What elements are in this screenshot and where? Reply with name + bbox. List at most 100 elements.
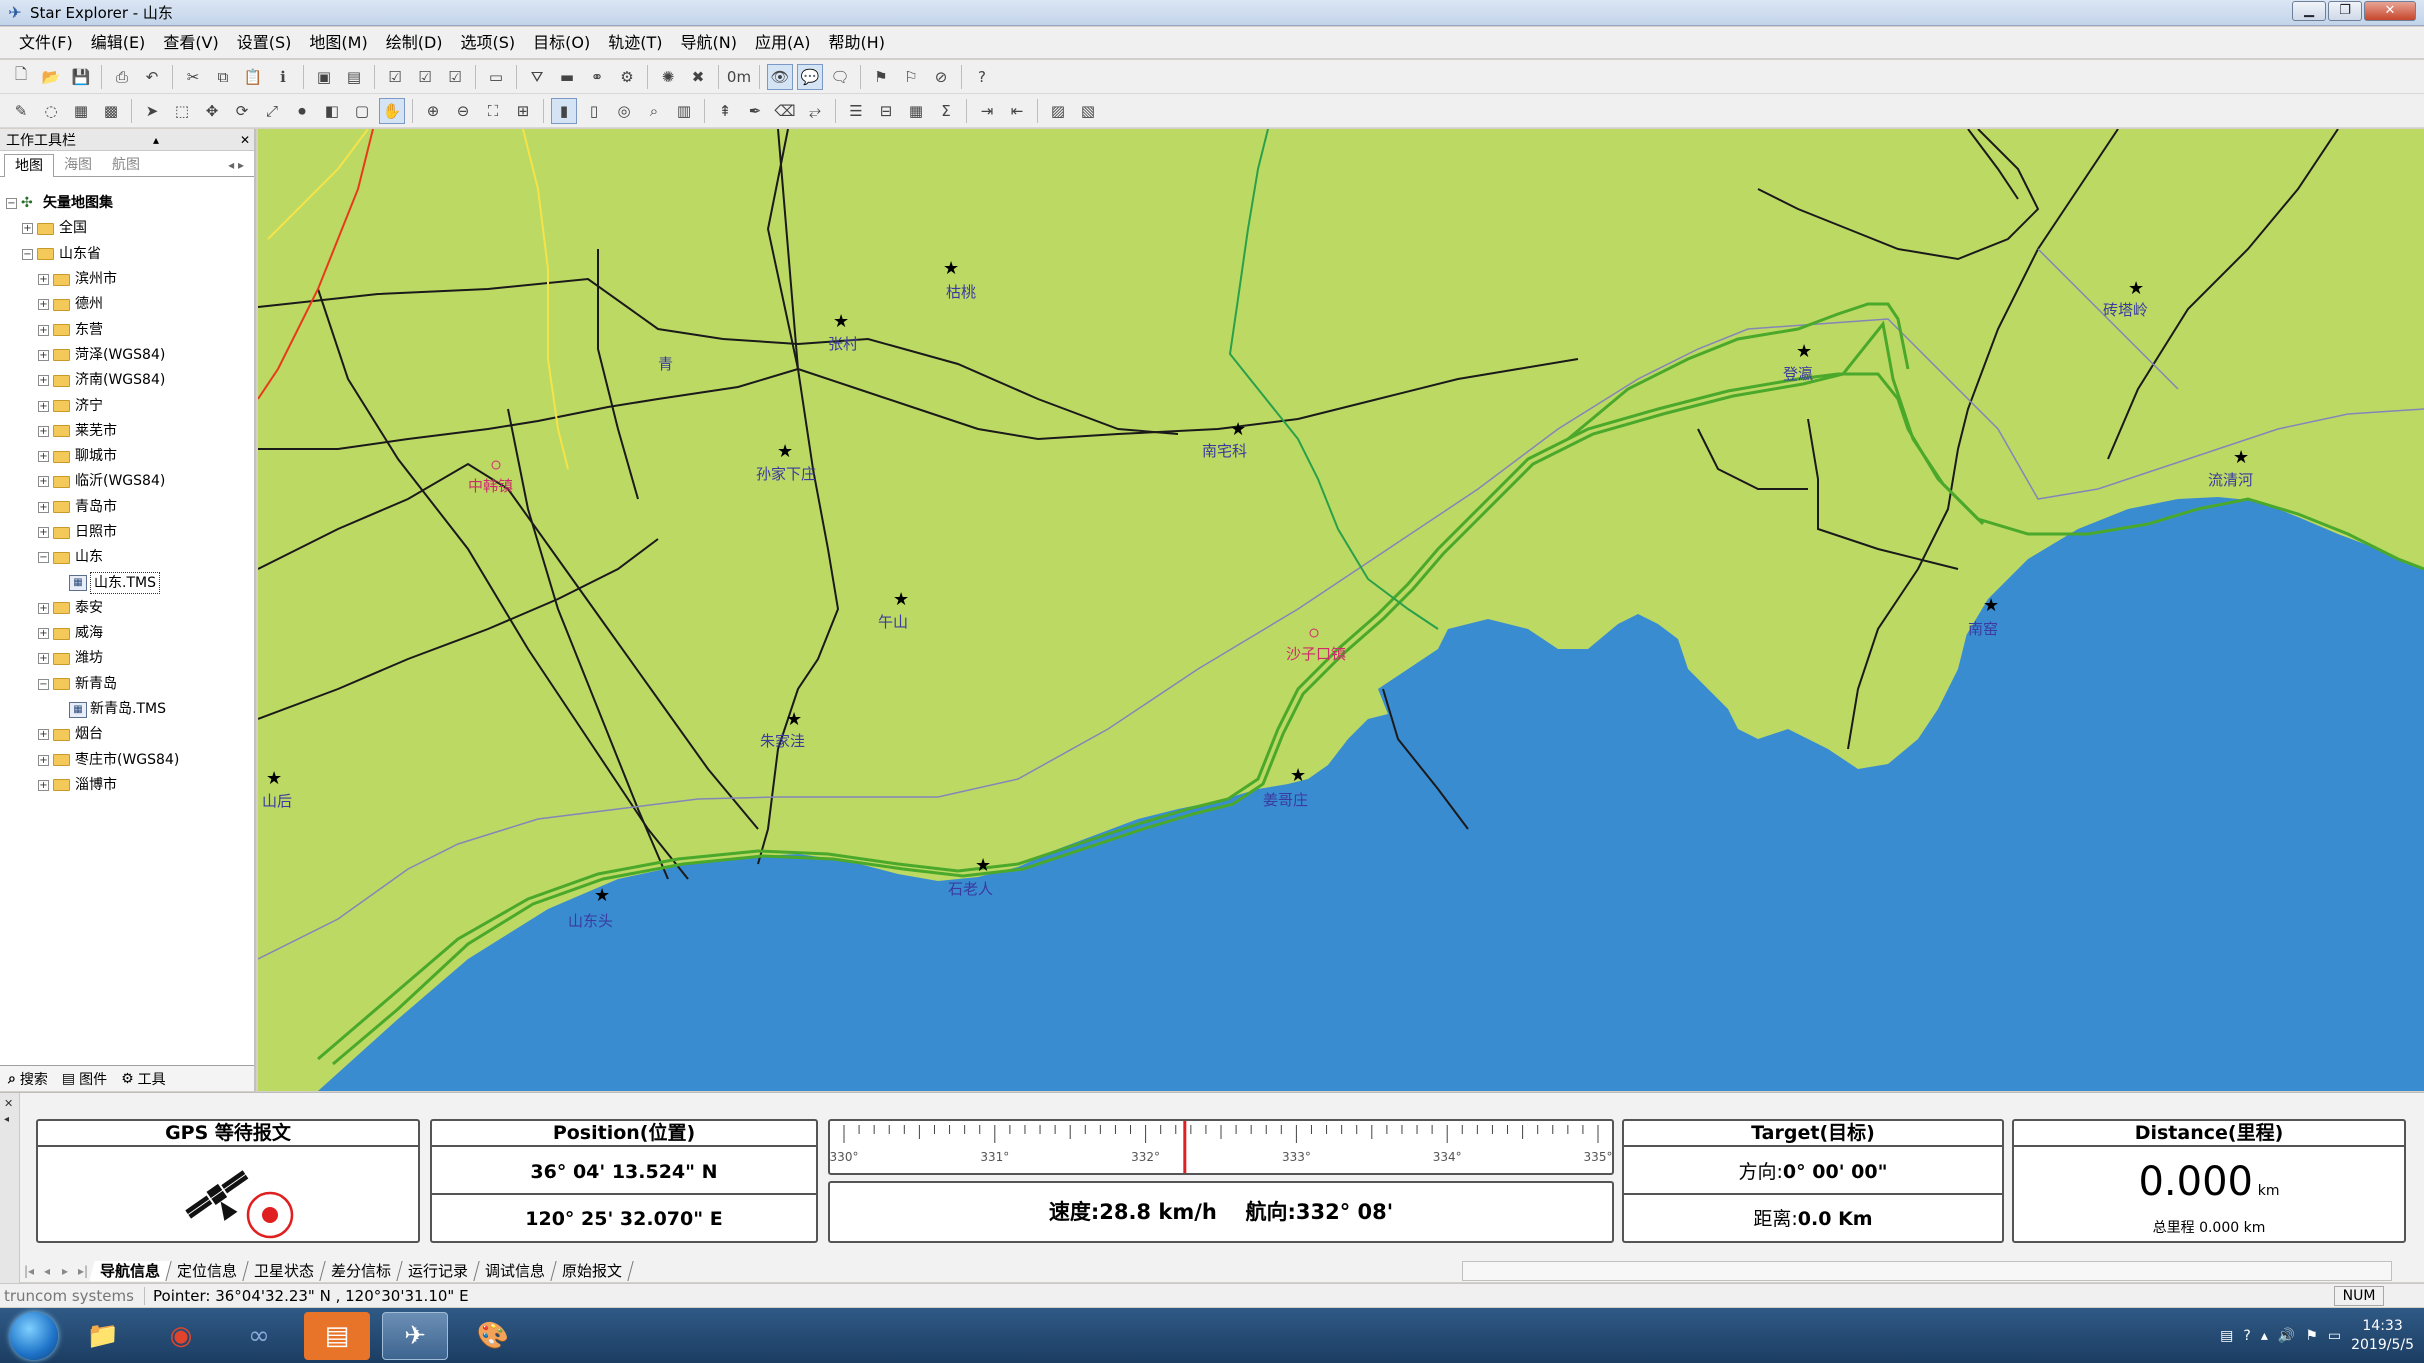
image-icon[interactable]: ▦	[68, 98, 94, 124]
open-folder-icon[interactable]: 📂	[38, 64, 64, 90]
tilt-icon[interactable]: ⤢	[259, 98, 285, 124]
color-map-icon[interactable]: ▮	[551, 97, 577, 124]
pointer-icon[interactable]: ➤	[139, 98, 165, 124]
tree-node[interactable]: + 全国	[6, 216, 248, 241]
tree-node[interactable]: + 聊城市	[6, 444, 248, 469]
minimize-button[interactable]: ▁	[2292, 1, 2326, 21]
expand-icon[interactable]: +	[38, 274, 49, 286]
cut-icon[interactable]: ✂	[180, 64, 206, 90]
draw-icon[interactable]: ✎	[8, 98, 34, 124]
system-clock[interactable]: 14:33 2019/5/5	[2351, 1317, 2414, 1355]
select-icon[interactable]: ⬚	[169, 98, 195, 124]
panel-close-icon[interactable]: ✕	[236, 133, 254, 147]
link-icon[interactable]: ⚭	[584, 64, 610, 90]
tree-node[interactable]: + 济宁	[6, 393, 248, 418]
pen-icon[interactable]: ✒	[742, 98, 768, 124]
copy-icon[interactable]: ⧉	[210, 64, 236, 90]
network-icon[interactable]: ⚙	[614, 64, 640, 90]
tree-node[interactable]: + 泰安	[6, 596, 248, 621]
menu-item-8[interactable]: 轨迹(T)	[599, 28, 671, 58]
measure-icon[interactable]: ⊟	[873, 98, 899, 124]
expand-icon[interactable]: +	[38, 375, 49, 387]
orange-app-icon[interactable]: ▤	[304, 1311, 370, 1360]
map-image-icon[interactable]: ▣	[311, 64, 337, 90]
link-app-icon[interactable]: ∞	[226, 1312, 292, 1360]
print-icon[interactable]: ⎙	[109, 64, 135, 90]
expand-icon[interactable]: +	[38, 324, 49, 336]
chat-icon[interactable]: 💬	[797, 63, 823, 90]
panel-side-strip[interactable]: ✕ ◂	[0, 1093, 20, 1283]
satellite-off-icon[interactable]: ✖	[685, 64, 711, 90]
record-icon[interactable]: ⏺	[289, 98, 315, 124]
tray-network-icon[interactable]: ▤	[2220, 1328, 2233, 1344]
bottom-tab-1[interactable]: 定位信息	[166, 1261, 249, 1281]
pan-hand-icon[interactable]: ✋	[379, 97, 405, 124]
tree-node[interactable]: + 济南(WGS84)	[6, 368, 248, 393]
table-icon[interactable]: ▦	[903, 98, 929, 124]
tab-map[interactable]: 地图	[4, 154, 54, 177]
satellite-icon[interactable]: ✺	[655, 64, 681, 90]
tab-first-icon[interactable]: |◂	[20, 1264, 38, 1278]
layers-icon[interactable]: ◧	[319, 98, 345, 124]
menu-item-7[interactable]: 目标(O)	[524, 28, 599, 58]
map-view[interactable]: ★ 枯桃 ★ 张村青 ★ 孙家下庄 中韩镇 ★ 午山 ★ 南宅科 ★ 登瀛 ★ 砖塔岭 ★ 流清河 ★ 南窑 沙子口镇…	[258, 129, 2424, 1091]
zoom-fit-icon[interactable]: ⛶	[480, 98, 506, 124]
panel-side-arrow-icon[interactable]: ◂	[0, 1114, 19, 1125]
tab-scroll-arrows-icon[interactable]: ◂ ▸	[228, 154, 254, 176]
menu-item-4[interactable]: 地图(M)	[300, 28, 376, 58]
tree-node[interactable]: + 淄博市	[6, 773, 248, 798]
zoom-out-icon[interactable]: ⊖	[450, 98, 476, 124]
expand-icon[interactable]: +	[38, 779, 49, 791]
menu-item-11[interactable]: 帮助(H)	[819, 28, 894, 58]
tree-node[interactable]: − 新青岛	[6, 672, 248, 697]
map-canvas[interactable]: ★ 枯桃 ★ 张村青 ★ 孙家下庄中韩镇 ★ 午山 ★ 南宅科 ★ 登瀛 ★ 砖塔岭 ★ 流清河 ★ 南窑沙子口镇…	[258, 129, 2424, 1091]
help-icon[interactable]: ?	[969, 64, 995, 90]
new-file-icon[interactable]: 🗋	[8, 64, 34, 90]
stack-icon[interactable]: ☰	[843, 98, 869, 124]
expand-icon[interactable]: +	[38, 425, 49, 437]
bottom-tab-6[interactable]: 原始报文	[551, 1261, 634, 1281]
search-tab[interactable]: ⌕ 搜索	[8, 1069, 48, 1089]
expand-icon[interactable]: +	[38, 501, 49, 513]
menu-item-1[interactable]: 编辑(E)	[82, 28, 155, 58]
battery-icon[interactable]: ▥	[671, 98, 697, 124]
flag-red-icon[interactable]: ⚐	[898, 64, 924, 90]
menu-item-9[interactable]: 导航(N)	[672, 28, 746, 58]
panel-close-icon[interactable]: ✕	[0, 1093, 19, 1114]
tree-node[interactable]: − ✣ 矢量地图集	[6, 191, 248, 216]
chrome-browser-icon[interactable]: ◉	[148, 1312, 214, 1360]
lasso-icon[interactable]: ◌	[38, 98, 64, 124]
tree-node[interactable]: + 日照市	[6, 520, 248, 545]
tray-help-icon[interactable]: ?	[2243, 1328, 2250, 1344]
zero-meter-icon[interactable]: 0m	[726, 64, 752, 90]
speech-icon[interactable]: 🗨	[827, 64, 853, 90]
bottom-tab-5[interactable]: 调试信息	[474, 1261, 557, 1281]
eye-icon[interactable]: 👁	[767, 63, 793, 90]
tree-node[interactable]: − 山东省	[6, 242, 248, 267]
tab-last-icon[interactable]: ▸|	[74, 1264, 92, 1278]
expand-icon[interactable]: +	[38, 299, 49, 311]
tree-node[interactable]: − 山东	[6, 545, 248, 570]
expand-icon[interactable]: +	[38, 349, 49, 361]
menu-item-6[interactable]: 选项(S)	[452, 28, 525, 58]
tree-node[interactable]: + 滨州市	[6, 267, 248, 292]
tree-node[interactable]: + 临沂(WGS84)	[6, 469, 248, 494]
paste-icon[interactable]: 📋	[240, 64, 266, 90]
collapse-icon[interactable]: −	[38, 678, 49, 690]
zoom-extent-icon[interactable]: ⊞	[510, 98, 536, 124]
expand-icon[interactable]: +	[38, 451, 49, 463]
import-icon[interactable]: ⇤	[1004, 98, 1030, 124]
collapse-icon[interactable]: −	[38, 552, 49, 564]
expand-icon[interactable]: +	[22, 223, 33, 235]
check-layer2-icon[interactable]: ☑	[412, 64, 438, 90]
horizontal-scrollbar[interactable]	[1462, 1261, 2392, 1281]
tray-flag-icon[interactable]: ⚑	[2305, 1328, 2318, 1344]
ruler-icon[interactable]: ▬	[554, 64, 580, 90]
frame-icon[interactable]: ▢	[349, 98, 375, 124]
tools-tab[interactable]: ⚙ 工具	[121, 1069, 166, 1089]
filter-icon[interactable]: ⛛	[524, 64, 550, 90]
tray-monitor-icon[interactable]: ▭	[2328, 1328, 2341, 1344]
tab-sea-chart[interactable]: 海图	[54, 154, 102, 176]
expand-icon[interactable]: +	[38, 754, 49, 766]
start-button[interactable]	[10, 1311, 58, 1360]
